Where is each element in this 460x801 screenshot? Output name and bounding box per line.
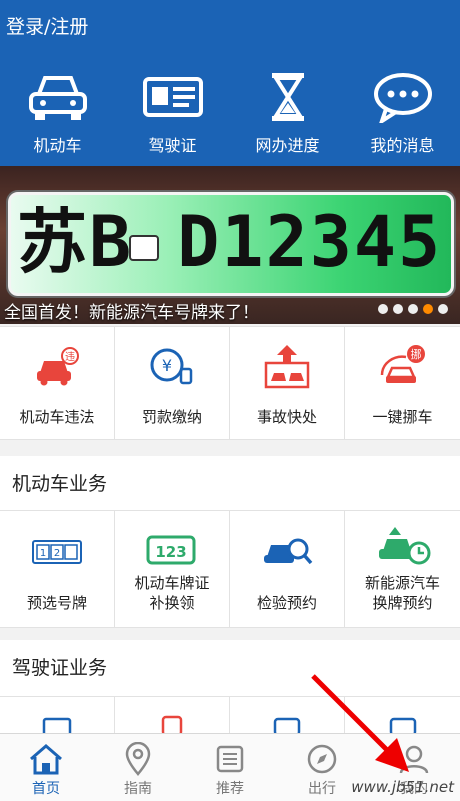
home-icon xyxy=(0,740,92,778)
plate-123-icon: 123 xyxy=(115,533,229,567)
service-label-line2: 补换领 xyxy=(149,594,195,612)
service-label: 机动车违法 xyxy=(19,408,95,426)
service-inspection[interactable]: 检验预约 xyxy=(230,511,345,627)
service-violation[interactable]: 违 机动车违法 xyxy=(0,327,115,439)
tab-label: 推荐 xyxy=(216,781,244,797)
tab-label: 指南 xyxy=(124,781,152,797)
carousel-dot[interactable] xyxy=(438,304,448,314)
move-car-icon: 挪 xyxy=(345,343,460,389)
car-icon xyxy=(0,68,115,126)
license-card-icon xyxy=(115,68,230,126)
svg-text:1: 1 xyxy=(40,548,46,559)
location-pin-icon xyxy=(92,740,184,778)
tab-guide[interactable]: 指南 xyxy=(92,734,184,801)
car-violation-icon: 违 xyxy=(0,347,114,387)
top-services-row: 违 机动车违法 ¥ 罚款缴纳 事故快处 挪 一键挪车 xyxy=(0,326,460,440)
watermark: www.jb51.net xyxy=(351,778,454,796)
quick-label: 驾驶证 xyxy=(148,136,197,155)
promo-banner[interactable]: 苏B D12345 全国首发！新能源汽车号牌来了！ xyxy=(0,166,460,324)
hourglass-icon xyxy=(230,68,345,126)
service-label-line1: 机动车牌证 xyxy=(134,574,210,592)
service-label: 一键挪车 xyxy=(372,408,433,426)
message-bubble-icon xyxy=(345,68,460,126)
new-energy-car-icon xyxy=(345,525,460,567)
license-service-item[interactable] xyxy=(0,697,115,737)
svg-text:¥: ¥ xyxy=(162,356,172,375)
banner-caption: 全国首发！新能源汽车号牌来了！ xyxy=(4,303,259,323)
inspection-icon xyxy=(230,533,344,569)
plate-badge-icon xyxy=(129,235,159,261)
quick-progress[interactable]: 网办进度 xyxy=(230,68,345,156)
vehicle-services-row: 12 预选号牌 123 机动车牌证 补换领 检验预约 新能源汽车 换牌预约 xyxy=(0,510,460,628)
quick-label: 网办进度 xyxy=(255,136,320,155)
quick-vehicle[interactable]: 机动车 xyxy=(0,68,115,156)
service-label: 预选号牌 xyxy=(26,594,87,612)
carousel-dot-active[interactable] xyxy=(423,304,433,314)
service-label: 事故快处 xyxy=(256,408,317,426)
quick-license[interactable]: 驾驶证 xyxy=(115,68,230,156)
tab-label: 首页 xyxy=(32,781,60,797)
svg-text:挪: 挪 xyxy=(410,347,421,361)
quick-messages[interactable]: 我的消息 xyxy=(345,68,460,156)
service-label-line2: 换牌预约 xyxy=(372,594,433,612)
document-icon xyxy=(115,715,229,735)
carousel-dot[interactable] xyxy=(393,304,403,314)
service-label: 罚款缴纳 xyxy=(141,408,202,426)
tab-home[interactable]: 首页 xyxy=(0,734,92,801)
calendar-icon xyxy=(0,715,114,735)
service-accident[interactable]: 事故快处 xyxy=(230,327,345,439)
service-label-line1: 新能源汽车 xyxy=(364,574,440,592)
login-register-link[interactable]: 登录/注册 xyxy=(6,12,88,39)
app-header: 登录/注册 机动车 驾驶证 网办进度 我的消息 xyxy=(0,0,460,166)
service-plate-replace[interactable]: 123 机动车牌证 补换领 xyxy=(115,511,230,627)
annotation-arrow xyxy=(311,674,409,772)
svg-text:123: 123 xyxy=(155,543,186,561)
carousel-dots xyxy=(378,304,448,314)
list-icon xyxy=(184,740,276,778)
service-fine-payment[interactable]: ¥ 罚款缴纳 xyxy=(115,327,230,439)
accident-icon xyxy=(230,343,344,389)
carousel-dot[interactable] xyxy=(408,304,418,314)
vehicle-section-title: 机动车业务 xyxy=(0,456,460,510)
svg-text:违: 违 xyxy=(65,351,75,363)
carousel-dot[interactable] xyxy=(378,304,388,314)
plate-text: 苏B D12345 xyxy=(17,201,443,283)
service-new-energy[interactable]: 新能源汽车 换牌预约 xyxy=(345,511,460,627)
service-label: 检验预约 xyxy=(256,594,317,612)
svg-text:2: 2 xyxy=(54,548,60,559)
license-service-item[interactable] xyxy=(115,697,230,737)
quick-label: 我的消息 xyxy=(370,136,435,155)
service-move-car[interactable]: 挪 一键挪车 xyxy=(345,327,460,439)
quick-label: 机动车 xyxy=(33,136,82,155)
license-plate-image: 苏B D12345 xyxy=(8,192,454,296)
plate-select-icon: 12 xyxy=(0,539,114,567)
yuan-payment-icon: ¥ xyxy=(115,347,229,387)
service-plate-select[interactable]: 12 预选号牌 xyxy=(0,511,115,627)
tab-recommend[interactable]: 推荐 xyxy=(184,734,276,801)
